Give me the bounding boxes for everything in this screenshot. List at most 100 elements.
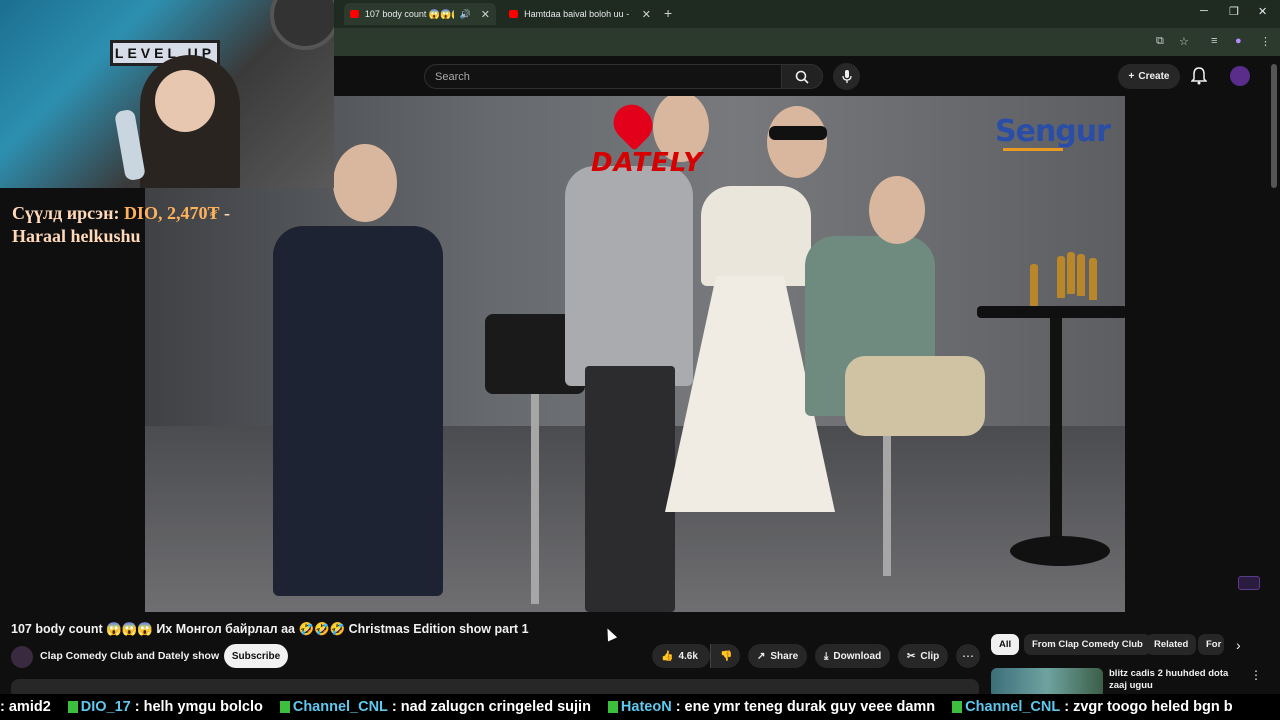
scissors-icon: ✂ <box>907 650 916 662</box>
window-close-button[interactable]: ✕ <box>1258 5 1267 18</box>
recommended-more-icon[interactable]: ⋮ <box>1250 668 1262 682</box>
latest-donation-overlay: Сүүлд ирсэн: DIO, 2,470₮ - Haraal helkus… <box>12 202 272 248</box>
tab-active-video[interactable]: 107 body count 😱😱😱 I 🔊 ✕ <box>344 3 496 25</box>
woman-dress-top <box>701 186 811 286</box>
download-label: Download <box>833 650 882 662</box>
tab-close-icon[interactable]: ✕ <box>642 8 651 21</box>
tab-label: Hamtdaa baival boloh uu - You <box>524 9 632 19</box>
sengur-logo-underline <box>1003 148 1063 151</box>
new-tab-button[interactable]: + <box>664 5 672 21</box>
restore-button[interactable]: ❐ <box>1229 5 1239 18</box>
dately-logo: DATELY <box>591 148 704 178</box>
channel-name[interactable]: Clap Comedy Club and Dately show <box>40 650 219 662</box>
miniplayer-icon[interactable] <box>1238 576 1260 590</box>
tab-label: 107 body count 😱😱😱 I <box>364 8 454 19</box>
share-label: Share <box>770 650 799 662</box>
like-count: 4.6k <box>678 650 698 662</box>
address-bar[interactable]: ⧉ ☆ ≡ ● ⋮ <box>334 28 1280 56</box>
page-scrollbar[interactable] <box>1271 64 1277 188</box>
download-icon: ⤓ <box>824 650 829 662</box>
stool-pole <box>531 394 539 604</box>
chat-message: : amid2 <box>0 699 51 715</box>
man-left-head <box>333 144 397 222</box>
tab-close-icon[interactable]: ✕ <box>481 8 490 21</box>
chip-all[interactable]: All <box>991 634 1020 655</box>
youtube-favicon-icon <box>350 10 359 18</box>
chat-badge-icon <box>279 701 290 713</box>
thumbs-up-icon: 👍 <box>661 650 674 662</box>
create-button[interactable]: + Create <box>1118 64 1180 89</box>
speaker-icon[interactable]: 🔊 <box>460 9 471 20</box>
bottle <box>1077 254 1085 296</box>
woman-head <box>767 106 827 178</box>
clip-button[interactable]: ✂ Clip <box>898 644 949 668</box>
plus-icon: + <box>1128 71 1135 82</box>
chevron-right-icon[interactable]: › <box>1236 637 1241 653</box>
chat-username: Channel_CNL <box>292 699 388 715</box>
bookmark-star-icon[interactable]: ☆ <box>1179 35 1189 48</box>
download-button[interactable]: ⤓ Download <box>815 644 891 668</box>
youtube-favicon-icon <box>509 10 519 18</box>
man-left-suit <box>273 226 443 596</box>
bottle <box>1030 264 1038 306</box>
bottle <box>1057 256 1065 298</box>
search-input[interactable]: Search <box>424 64 782 89</box>
video-title: 107 body count 😱😱😱 Их Монгол байрлал аа … <box>11 622 529 636</box>
man-right-trousers <box>845 356 985 436</box>
minimize-button[interactable]: ─ <box>1200 5 1208 17</box>
channel-avatar[interactable] <box>11 646 33 668</box>
dartboard <box>270 0 334 50</box>
media-control-icon[interactable]: ≡ <box>1211 35 1217 47</box>
chat-message: : ene ymr teneg durak guy veee damn <box>675 699 936 715</box>
blindfold <box>769 126 827 140</box>
tab-hamtdaa[interactable]: Hamtdaa baival boloh uu - You ✕ <box>503 3 657 25</box>
chat-badge-icon <box>952 701 963 713</box>
donation-donor: DIO, 2,470₮ <box>123 203 220 223</box>
bottle <box>1067 252 1075 294</box>
share-icon: ↗ <box>757 650 766 662</box>
chip-from-channel[interactable]: From Clap Comedy Club <box>1024 634 1151 655</box>
right-stool-pole <box>883 426 891 576</box>
screen: 107 body count 😱😱😱 I 🔊 ✕ Hamtdaa baival … <box>0 0 1280 720</box>
share-button[interactable]: ↗ Share <box>748 644 808 668</box>
chat-message: : zvgr toogo heled bgn b <box>1064 699 1233 715</box>
recommended-title[interactable]: blitz cadis 2 huuhded dota zaaj uguu <box>1109 668 1244 692</box>
voice-search-button[interactable] <box>833 63 860 90</box>
stage-table-leg <box>1050 318 1062 538</box>
man-grey-trousers <box>585 366 675 612</box>
donation-prefix: Сүүлд ирсэн: <box>12 203 124 223</box>
create-label: Create <box>1138 71 1170 82</box>
profile-icon[interactable]: ● <box>1235 35 1242 47</box>
chat-username: Channel_CNL <box>965 699 1061 715</box>
more-icon: ⋯ <box>962 649 974 663</box>
stage-table <box>977 306 1125 318</box>
bottle <box>1089 258 1097 300</box>
search-button[interactable] <box>781 64 823 89</box>
streamer-webcam: LEVEL UP <box>0 0 334 188</box>
subscribe-button[interactable]: Subscribe <box>224 644 288 668</box>
chat-username: HateoN <box>620 699 672 715</box>
man-grey-jacket <box>565 166 693 386</box>
chat-message: : nad zalugcn cringeled sujin <box>391 699 591 715</box>
account-avatar[interactable] <box>1230 66 1250 86</box>
mic-icon <box>841 69 852 83</box>
stage-table-base <box>1010 536 1110 566</box>
notifications-bell-icon[interactable] <box>1191 67 1207 85</box>
chat-badge-icon <box>607 701 618 713</box>
browser-menu-icon[interactable]: ⋮ <box>1260 35 1271 48</box>
chat-username: DIO_17 <box>80 699 131 715</box>
like-button[interactable]: 👍 4.6k <box>652 644 710 668</box>
clip-label: Clip <box>920 650 940 662</box>
mouse-cursor-icon <box>602 626 618 642</box>
youtube-header: Search + Create <box>334 56 1280 96</box>
chip-for-you[interactable]: For <box>1198 634 1224 655</box>
streamer-face <box>155 70 215 132</box>
sengur-logo: Sengur <box>995 114 1111 149</box>
search-icon <box>795 70 809 84</box>
chip-related[interactable]: Related <box>1146 634 1197 655</box>
dislike-button[interactable]: 👎 <box>710 644 740 668</box>
install-app-icon[interactable]: ⧉ <box>1156 35 1164 48</box>
chat-message: : helh ymgu bolclo <box>134 699 263 715</box>
more-actions-button[interactable]: ⋯ <box>956 644 980 668</box>
chat-ticker: : amid2 DIO_17 : helh ymgu bolclo Channe… <box>0 694 1280 720</box>
